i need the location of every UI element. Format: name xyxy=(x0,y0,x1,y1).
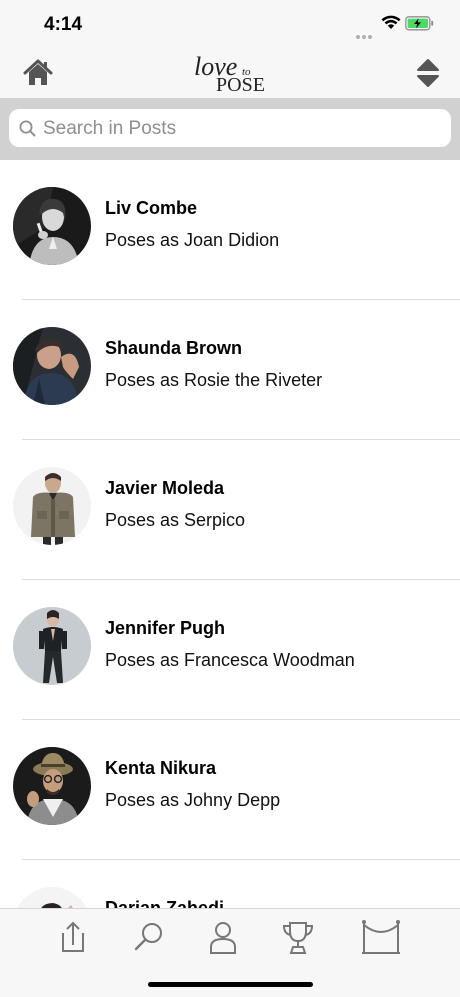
avatar xyxy=(13,467,91,545)
post-row[interactable]: Darian Zahedi xyxy=(0,860,460,908)
profile-icon[interactable] xyxy=(203,917,243,957)
post-pose-subtitle: Poses as Johny Depp xyxy=(105,790,281,810)
share-icon[interactable] xyxy=(53,917,93,957)
avatar xyxy=(13,607,91,685)
post-row[interactable]: Shaunda Brown Poses as Rosie the Riveter xyxy=(0,300,460,440)
search-icon[interactable] xyxy=(128,917,168,957)
post-pose-subtitle: Poses as Joan Didion xyxy=(105,230,280,250)
status-time: 4:14 xyxy=(44,14,83,35)
search-field[interactable] xyxy=(9,109,451,147)
post-row[interactable]: Liv Combe Poses as Joan Didion xyxy=(0,160,460,300)
post-pose-subtitle: Poses as Francesca Woodman xyxy=(105,650,355,670)
trophy-icon[interactable] xyxy=(278,917,318,957)
status-bar: 4:14 xyxy=(0,0,460,57)
avatar xyxy=(13,187,91,265)
gallery-icon[interactable] xyxy=(359,917,403,957)
post-row[interactable]: Kenta Nikura Poses as Johny Depp xyxy=(0,720,460,860)
post-author-name: Shaunda Brown xyxy=(105,338,243,358)
post-author-name: Jennifer Pugh xyxy=(105,618,226,638)
search-bar xyxy=(0,98,460,160)
posts-list: Liv Combe Poses as Joan Didion Shaunda B… xyxy=(0,160,460,908)
app-logo: love to POSE xyxy=(190,52,270,96)
post-pose-subtitle: Poses as Rosie the Riveter xyxy=(105,370,323,390)
avatar xyxy=(13,887,91,908)
post-row[interactable]: Jennifer Pugh Poses as Francesca Woodman xyxy=(0,580,460,720)
post-author-name: Javier Moleda xyxy=(105,478,225,498)
home-icon[interactable] xyxy=(22,58,54,88)
post-author-name: Liv Combe xyxy=(105,198,198,218)
search-input[interactable] xyxy=(41,115,445,143)
home-indicator xyxy=(148,982,313,987)
post-pose-subtitle: Poses as Serpico xyxy=(105,510,246,530)
sort-up-down-icon[interactable] xyxy=(416,58,440,88)
cellular-signal-icon xyxy=(356,26,378,57)
search-icon xyxy=(19,120,36,137)
nav-bar: love to POSE xyxy=(0,48,460,98)
post-author-name: Kenta Nikura xyxy=(105,758,217,778)
wifi-icon xyxy=(381,15,401,29)
logo-pose: POSE xyxy=(216,74,265,96)
avatar xyxy=(13,327,91,405)
battery-charging-icon xyxy=(405,16,434,31)
avatar xyxy=(13,747,91,825)
post-author-name: Darian Zahedi xyxy=(105,898,225,908)
post-row[interactable]: Javier Moleda Poses as Serpico xyxy=(0,440,460,580)
